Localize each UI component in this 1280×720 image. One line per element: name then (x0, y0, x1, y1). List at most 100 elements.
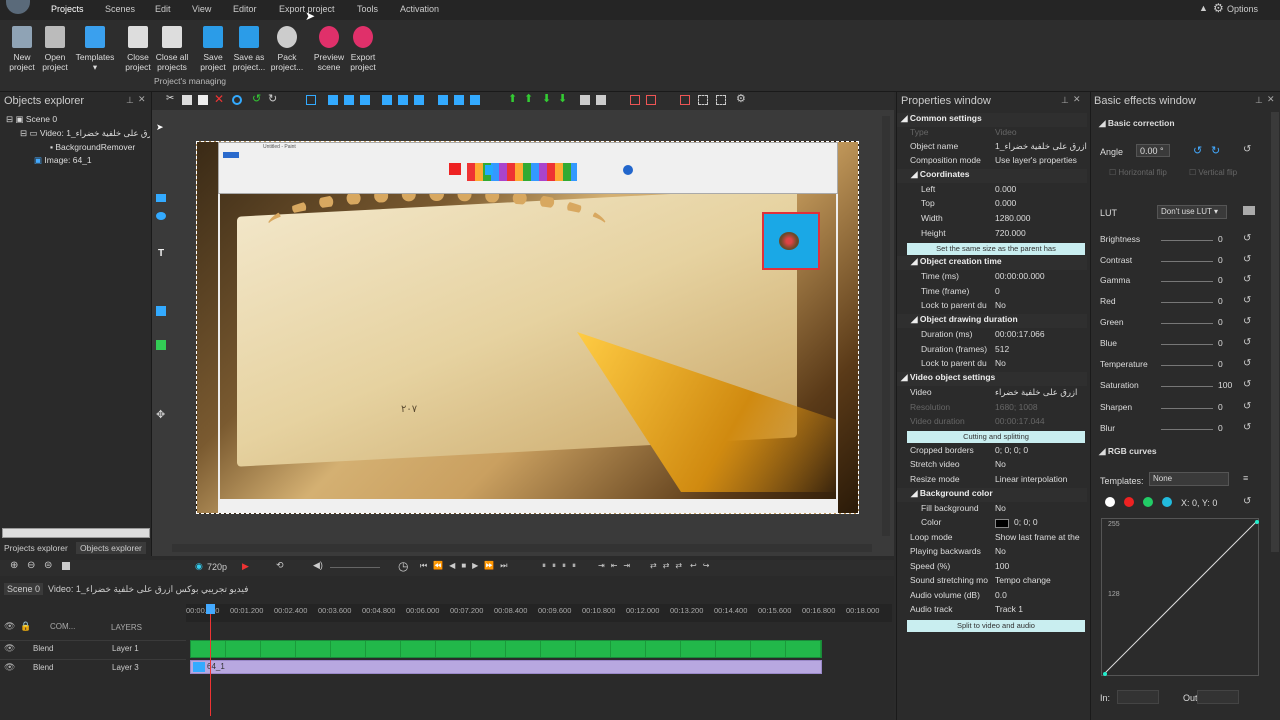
mask-icon[interactable] (646, 95, 656, 105)
fit-timeline-icon[interactable]: ⊜ (44, 560, 52, 571)
quality-icon[interactable]: ◉ (195, 561, 203, 572)
close-icon[interactable]: ✕ (1267, 94, 1275, 105)
reset-icon[interactable]: ↺ (1243, 254, 1251, 265)
gear-icon[interactable]: ⚙ (1213, 1, 1224, 15)
layer-icon[interactable] (680, 95, 690, 105)
slider-sharpen[interactable]: Sharpen 0 ↺ (1091, 401, 1280, 416)
text-tool-icon[interactable]: T (158, 248, 164, 259)
crop-icon[interactable] (630, 95, 640, 105)
slider-blur[interactable]: Blur 0 ↺ (1091, 422, 1280, 437)
align-top-icon[interactable] (382, 95, 392, 105)
out-input[interactable] (1197, 690, 1239, 704)
track3-eye-icon[interactable]: 👁 (4, 662, 15, 673)
rgb-curve-graph[interactable]: 255 128 (1101, 518, 1259, 676)
menu-edit[interactable]: Edit (155, 4, 171, 14)
move-down-icon[interactable]: ⬇ (542, 92, 552, 105)
close-icon[interactable]: ✕ (1073, 94, 1081, 105)
rgb-curves-header[interactable]: ◢ RGB curves (1099, 446, 1157, 457)
reset-angle-icon[interactable]: ↺ (1243, 144, 1251, 155)
tree-image[interactable]: ▣ Image: 64_1 (34, 155, 92, 166)
reset-icon[interactable]: ↺ (1243, 401, 1251, 412)
slider-track[interactable] (1161, 386, 1213, 387)
reset-curves-icon[interactable]: ↺ (1243, 496, 1251, 507)
canvas-vscroll[interactable] (882, 116, 890, 536)
tree-scene[interactable]: ⊟ ▣ Scene 0 (6, 114, 152, 125)
channel-blue-icon[interactable] (1162, 497, 1172, 507)
move-top-icon[interactable]: ⬆ (524, 92, 534, 105)
reset-icon[interactable]: ↺ (1243, 379, 1251, 390)
move-tool-icon[interactable]: ✥ (156, 408, 165, 421)
delete-icon[interactable]: ✕ (214, 92, 224, 106)
group-icon[interactable] (580, 95, 590, 105)
snap-icon[interactable] (716, 95, 726, 105)
trim-controls[interactable]: ↩↪ (690, 561, 715, 570)
grid-icon[interactable] (306, 95, 316, 105)
align-center-icon[interactable] (344, 95, 354, 105)
prop-composition-mode[interactable]: Composition mode Use layer's properties (897, 155, 1087, 169)
prop-height[interactable]: Height 720.000 (897, 228, 1087, 242)
stretch-icon[interactable] (454, 95, 464, 105)
settings-icon[interactable]: ⚙ (736, 92, 746, 105)
prop-left[interactable]: Left 0.000 (897, 184, 1087, 198)
prop-cropped-borders[interactable]: Cropped borders 0; 0; 0; 0 (897, 445, 1087, 459)
undo-icon[interactable]: ↺ (252, 92, 262, 105)
coordinates-header[interactable]: ◢ Coordinates (897, 169, 1087, 183)
video-settings-header[interactable]: ◢ Video object settings (897, 372, 1087, 386)
edit-controls[interactable]: ⇥⇤⇥ (598, 561, 636, 570)
playhead-handle[interactable] (206, 604, 215, 614)
slider-track[interactable] (1161, 323, 1213, 324)
slider-track[interactable] (1161, 429, 1213, 430)
preview-scene-button[interactable]: Preview scene (311, 24, 347, 72)
effects-vscroll[interactable] (1271, 112, 1279, 552)
blue-box-image[interactable] (762, 212, 820, 270)
tree-video[interactable]: ⊟ ▭ Video: فيديو تجريبي بوكس ازرق على خل… (20, 128, 150, 139)
open-project-button[interactable]: Open project (37, 24, 73, 72)
prop-stretch-video[interactable]: Stretch video No (897, 459, 1087, 473)
sprite-tool-icon[interactable] (156, 340, 166, 350)
channel-green-icon[interactable] (1143, 497, 1153, 507)
slider-track[interactable] (1161, 261, 1213, 262)
prop-object-name[interactable]: Object name ازرق على خلفية خضراء_1 (897, 141, 1087, 155)
pointer-tool-icon[interactable]: ➤ (156, 122, 166, 132)
chart-tool-icon[interactable] (156, 306, 166, 316)
canvas-hscroll[interactable] (172, 544, 872, 552)
fullscreen-icon[interactable] (698, 95, 708, 105)
reset-icon[interactable]: ↺ (1243, 358, 1251, 369)
rotate-right-icon[interactable]: ↻ (1211, 144, 1220, 157)
align-bottom-icon[interactable] (414, 95, 424, 105)
track3-blend[interactable]: Blend (33, 663, 53, 672)
eye-icon[interactable]: 👁 (4, 621, 15, 632)
save-as-project-button[interactable]: Save as project... (229, 24, 269, 72)
reset-icon[interactable]: ↺ (1243, 274, 1251, 285)
select-icon[interactable] (232, 95, 242, 105)
clip-video[interactable] (190, 640, 822, 658)
volume-icon[interactable]: ◀) (313, 560, 323, 571)
slider-green[interactable]: Green 0 ↺ (1091, 316, 1280, 331)
prop-width[interactable]: Width 1280.000 (897, 213, 1087, 227)
pack-project-button[interactable]: Pack project... (269, 24, 305, 72)
timeline-tab-scene[interactable]: Scene 0 (4, 583, 44, 595)
prop-loop-mode[interactable]: Loop mode Show last frame at the (897, 532, 1087, 546)
channel-white-icon[interactable] (1105, 497, 1115, 507)
loop-icon[interactable]: ⟲ (276, 560, 284, 571)
prop-lock-parent-1[interactable]: Lock to parent du No (897, 300, 1087, 314)
reset-icon[interactable]: ↺ (1243, 422, 1251, 433)
slider-track[interactable] (1161, 240, 1213, 241)
slider-red[interactable]: Red 0 ↺ (1091, 295, 1280, 310)
video-preview[interactable]: ٢٠٧ Untitled - Paint (196, 141, 859, 514)
basic-correction-header[interactable]: ◢ Basic correction (1099, 118, 1175, 129)
zoom-in-icon[interactable]: ⊕ (10, 560, 18, 571)
timeline-tab-video[interactable]: Video: فيديو تجريبي بوكس ازرق على خلفية … (48, 584, 248, 595)
tab-projects-explorer[interactable]: Projects explorer (4, 543, 68, 553)
prop-audio-track[interactable]: Audio track Track 1 (897, 604, 1087, 618)
align-middle-icon[interactable] (398, 95, 408, 105)
explorer-hscroll[interactable] (2, 528, 150, 538)
new-project-button[interactable]: New project (4, 24, 40, 72)
split-audio-button[interactable]: Split to video and audio (907, 620, 1085, 632)
slider-track[interactable] (1161, 408, 1213, 409)
track-layer3[interactable]: 👁 Blend Layer 3 (0, 659, 186, 675)
slider-blue[interactable]: Blue 0 ↺ (1091, 337, 1280, 352)
close-icon[interactable]: ✕ (138, 94, 146, 105)
tree-background-remover[interactable]: ▪ BackgroundRemover (50, 142, 135, 152)
quality-select[interactable]: 720p (207, 562, 227, 572)
